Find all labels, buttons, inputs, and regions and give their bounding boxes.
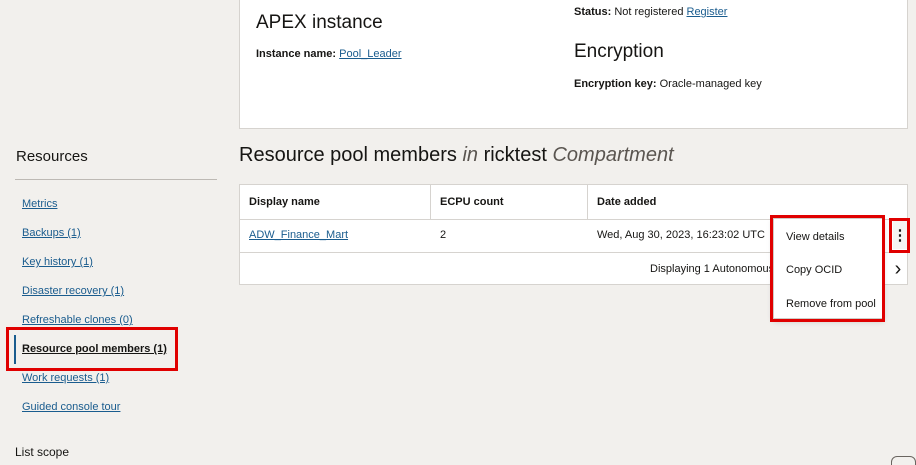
- instance-info-card: APEX instance Instance name: Pool_Leader…: [239, 0, 908, 129]
- column-header-date-added[interactable]: Date added: [588, 185, 908, 219]
- instance-name-label: Instance name:: [256, 48, 337, 60]
- kebab-highlight-box: [889, 218, 910, 253]
- sidebar-item-guided-console-tour[interactable]: Guided console tour: [14, 393, 214, 422]
- resources-divider: [15, 179, 217, 180]
- status-row: Status: Not registered Register: [574, 6, 727, 18]
- column-header-display-name[interactable]: Display name: [240, 185, 431, 219]
- row-ecpu-count: 2: [440, 229, 447, 241]
- next-page-button[interactable]: ›: [889, 254, 907, 284]
- instance-name-link[interactable]: Pool_Leader: [339, 48, 401, 60]
- apex-instance-heading: APEX instance: [256, 12, 383, 33]
- section-title: Resource pool members in ricktest Compar…: [239, 144, 674, 167]
- encryption-heading: Encryption: [574, 41, 664, 62]
- corner-fragment: [891, 456, 916, 465]
- sidebar-highlight-box: [6, 327, 178, 371]
- sidebar-item-backups[interactable]: Backups (1): [14, 219, 214, 248]
- sidebar-item-disaster-recovery[interactable]: Disaster recovery (1): [14, 277, 214, 306]
- sidebar-item-key-history[interactable]: Key history (1): [14, 248, 214, 277]
- encryption-key-row: Encryption key: Oracle-managed key: [574, 78, 762, 90]
- row-date-added: Wed, Aug 30, 2023, 16:23:02 UTC: [597, 229, 765, 241]
- row-display-name-link[interactable]: ADW_Finance_Mart: [240, 219, 431, 252]
- list-scope-heading: List scope: [15, 445, 70, 459]
- status-label: Status:: [574, 6, 612, 18]
- menu-highlight-box: [770, 215, 885, 322]
- resources-heading: Resources: [16, 148, 88, 165]
- table-footer-text: Displaying 1 Autonomous: [650, 263, 775, 275]
- register-link[interactable]: Register: [687, 6, 728, 18]
- encryption-key-label: Encryption key:: [574, 78, 657, 90]
- section-title-prefix: Resource pool members: [239, 144, 457, 166]
- sidebar-item-metrics[interactable]: Metrics: [14, 190, 214, 219]
- status-value: Not registered: [614, 6, 684, 18]
- encryption-key-value: Oracle-managed key: [659, 78, 762, 90]
- resources-nav: Metrics Backups (1) Key history (1) Disa…: [14, 190, 214, 422]
- section-title-compartment-word: Compartment: [552, 144, 674, 166]
- column-header-ecpu-count[interactable]: ECPU count: [431, 185, 588, 219]
- section-title-compartment-name: ricktest: [483, 144, 547, 166]
- instance-name-row: Instance name: Pool_Leader: [256, 48, 402, 60]
- chevron-right-icon: ›: [894, 257, 902, 280]
- section-title-in: in: [462, 144, 479, 166]
